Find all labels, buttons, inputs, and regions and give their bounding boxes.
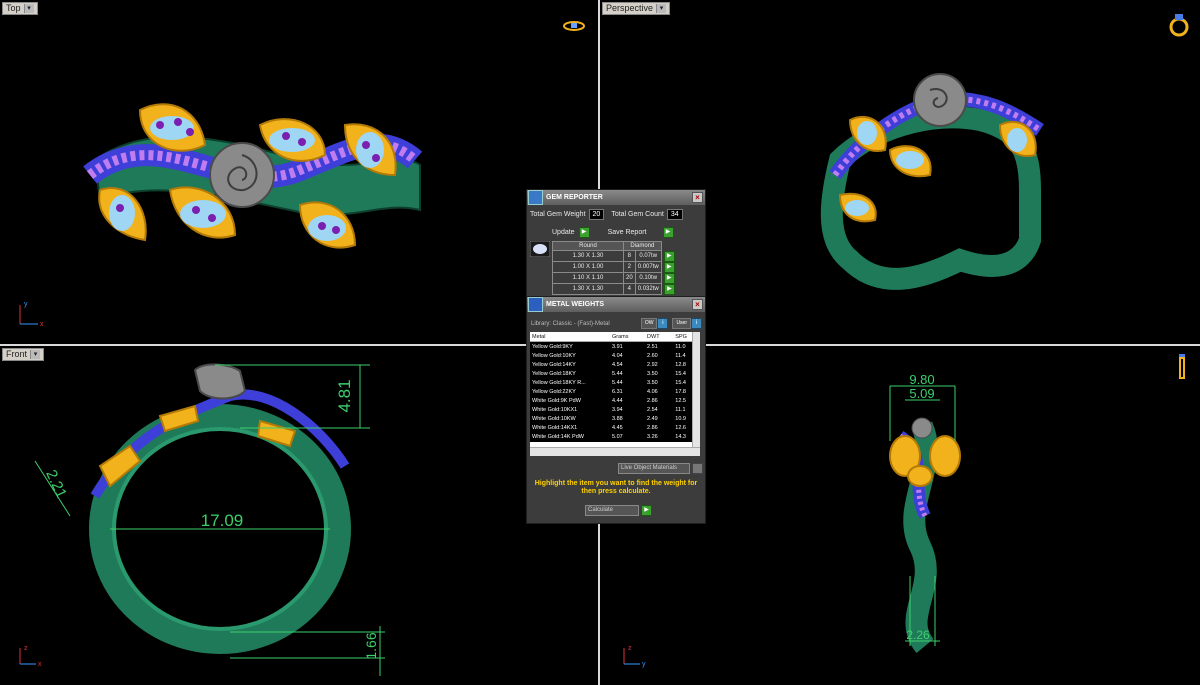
front-viewport-label-text: Front (6, 349, 28, 359)
dimension-shank-bottom-right: 2.26 (906, 628, 930, 642)
perspective-viewport-label-text: Perspective (606, 3, 654, 13)
ring-nav-icon[interactable] (1176, 352, 1188, 382)
dimension-inner-diameter: 17.09 (201, 511, 244, 530)
user-info-icon[interactable]: i (691, 318, 702, 329)
dwt-col-header[interactable]: DWT (645, 332, 674, 342)
gem-size: 1.00 X 1.00 (552, 261, 624, 273)
dimension-shank-bottom: 1.66 (363, 632, 379, 659)
gem-thumbnail-icon (530, 241, 550, 257)
metal-list[interactable]: Metal Grams DWT SPG Yellow Gold:9KY 3.91 2… (530, 332, 700, 447)
gem-count: 4 (623, 283, 636, 295)
metal-row[interactable]: White Gold:9K PdW 4.44 2.86 12.5 (530, 396, 700, 406)
front-viewport[interactable]: Front ▾ 4.81 2.21 17.09 1.66 z x (0, 346, 598, 685)
axis-x-label: x (40, 321, 44, 328)
gem-reporter-icon (528, 190, 543, 205)
chevron-down-icon[interactable]: ▾ (30, 350, 41, 359)
update-label: Update (552, 229, 575, 236)
metal-list-hscrollbar[interactable] (530, 447, 700, 456)
gem-table-row[interactable]: 1.30 X 1.30 4 0.032tw ▶ (552, 283, 678, 295)
metal-weights-icon (528, 297, 543, 312)
gem-weight: 0.07tw (634, 250, 662, 262)
axis-x-label-front: x (38, 661, 42, 668)
gem-size: 1.30 X 1.30 (552, 250, 624, 262)
top-viewport-label-text: Top (6, 3, 21, 13)
perspective-viewport-label[interactable]: Perspective ▾ (602, 2, 671, 15)
calculate-button[interactable]: ▶ (641, 505, 652, 516)
metal-row[interactable]: Yellow Gold:14KY 4.54 2.92 12.8 (530, 360, 700, 370)
calculate-hint: Highlight the item you want to find the … (534, 480, 698, 495)
gem-table-header-shape: Round (552, 241, 624, 251)
metal-row[interactable]: Yellow Gold:10KY 4.04 2.60 11.4 (530, 351, 700, 361)
total-gem-count-value: 34 (666, 209, 683, 220)
ow-info-icon[interactable]: i (657, 318, 669, 329)
chevron-down-icon[interactable]: ▾ (656, 4, 667, 13)
gem-weight: 0.10tw (634, 272, 662, 284)
close-icon[interactable]: × (692, 192, 703, 203)
gem-reporter-panel: Gem Reporter × Total Gem Weight 20 Total… (526, 189, 706, 297)
gem-weight: 0.032tw (634, 283, 662, 295)
metal-weights-title: Metal Weights (546, 301, 605, 308)
dimension-width-inner: 5.09 (909, 386, 934, 401)
total-gem-weight-value: 20 (588, 209, 605, 220)
axis-y-label-right: y (642, 661, 646, 668)
gem-weight: 0.007tw (634, 261, 662, 273)
front-ring-model[interactable]: 4.81 2.21 17.09 1.66 z x (0, 346, 598, 685)
dimension-width-outer: 9.80 (909, 372, 934, 387)
metal-row[interactable]: White Gold:14K PdW 5.07 3.26 14.3 (530, 432, 700, 443)
grams-col-header[interactable]: Grams (610, 332, 646, 342)
live-materials-toggle[interactable] (692, 463, 703, 474)
gem-size: 1.30 X 1.30 (552, 283, 624, 295)
front-viewport-label[interactable]: Front ▾ (2, 348, 45, 361)
axis-y-label: y (24, 301, 28, 308)
gem-row-go-button[interactable]: ▶ (663, 272, 675, 284)
gem-size: 1.10 X 1.10 (552, 272, 624, 284)
top-viewport[interactable]: Top ▾ y x (0, 0, 598, 344)
metal-row[interactable]: White Gold:10KX1 3.94 2.54 11.1 (530, 405, 700, 415)
ring-nav-icon[interactable] (562, 20, 586, 32)
gem-row-go-button[interactable]: ▶ (663, 250, 675, 262)
axis-z-label: z (24, 645, 28, 652)
chevron-down-icon[interactable]: ▾ (23, 4, 34, 13)
metal-row[interactable]: Yellow Gold:18KY 5.44 3.50 15.4 (530, 369, 700, 379)
library-label: Library: Classic - (Fast)-Metal (531, 320, 610, 327)
top-viewport-label[interactable]: Top ▾ (2, 2, 38, 15)
ow-button[interactable]: OW (640, 318, 658, 329)
dimension-band: 2.21 (42, 467, 70, 501)
dimension-height: 4.81 (335, 379, 354, 412)
close-icon[interactable]: × (692, 299, 703, 310)
metal-row[interactable]: Yellow Gold:18KY R... 5.44 3.50 15.4 (530, 378, 700, 388)
gem-table-row[interactable]: 1.30 X 1.30 8 0.07tw ▶ (552, 250, 678, 262)
update-button[interactable]: ▶ (578, 227, 590, 238)
gem-table-row[interactable]: 1.00 X 1.00 2 0.007tw ▶ (552, 261, 678, 273)
total-gem-count-label: Total Gem Count (611, 211, 664, 218)
gem-table-row[interactable]: 1.10 X 1.10 20 0.10tw ▶ (552, 272, 678, 284)
save-report-button[interactable]: ▶ (662, 227, 674, 238)
gem-reporter-title: Gem Reporter (546, 194, 603, 201)
top-ring-model[interactable]: y x (0, 0, 598, 344)
metal-col-header[interactable]: Metal (530, 332, 610, 342)
gem-reporter-title-bar[interactable]: Gem Reporter × (527, 190, 705, 205)
axis-z-label-right: z (628, 645, 632, 652)
gem-row-go-button[interactable]: ▶ (663, 283, 675, 295)
live-materials-button[interactable]: Live Object Materials (618, 463, 690, 474)
metal-list-scrollbar[interactable] (692, 332, 700, 447)
metal-weights-panel: Metal Weights × Library: Classic - (Fast… (526, 296, 706, 524)
gem-count: 2 (623, 261, 636, 273)
metal-row[interactable]: Yellow Gold:22KY 6.31 4.06 17.8 (530, 387, 700, 397)
user-button[interactable]: User (672, 318, 691, 329)
gem-count: 20 (623, 272, 636, 284)
total-gem-weight-label: Total Gem Weight (530, 211, 586, 218)
ring-nav-icon[interactable] (1168, 12, 1190, 38)
calculate-label: Calculate (585, 505, 639, 516)
metal-row[interactable]: Yellow Gold:9KY 3.91 2.51 11.0 (530, 341, 700, 352)
gem-table: Round Diamond 1.30 X 1.30 8 0.07tw ▶ 1.0… (552, 241, 678, 295)
gem-table-header-type: Diamond (623, 241, 662, 251)
save-report-label: Save Report (607, 229, 647, 236)
metal-row[interactable]: White Gold:14KX1 4.45 2.86 12.6 (530, 423, 700, 433)
metal-row[interactable]: White Gold:10KW 3.88 2.49 10.9 (530, 414, 700, 424)
gem-count: 8 (623, 250, 636, 262)
metal-weights-title-bar[interactable]: Metal Weights × (527, 297, 705, 312)
gem-row-go-button[interactable]: ▶ (663, 261, 675, 273)
